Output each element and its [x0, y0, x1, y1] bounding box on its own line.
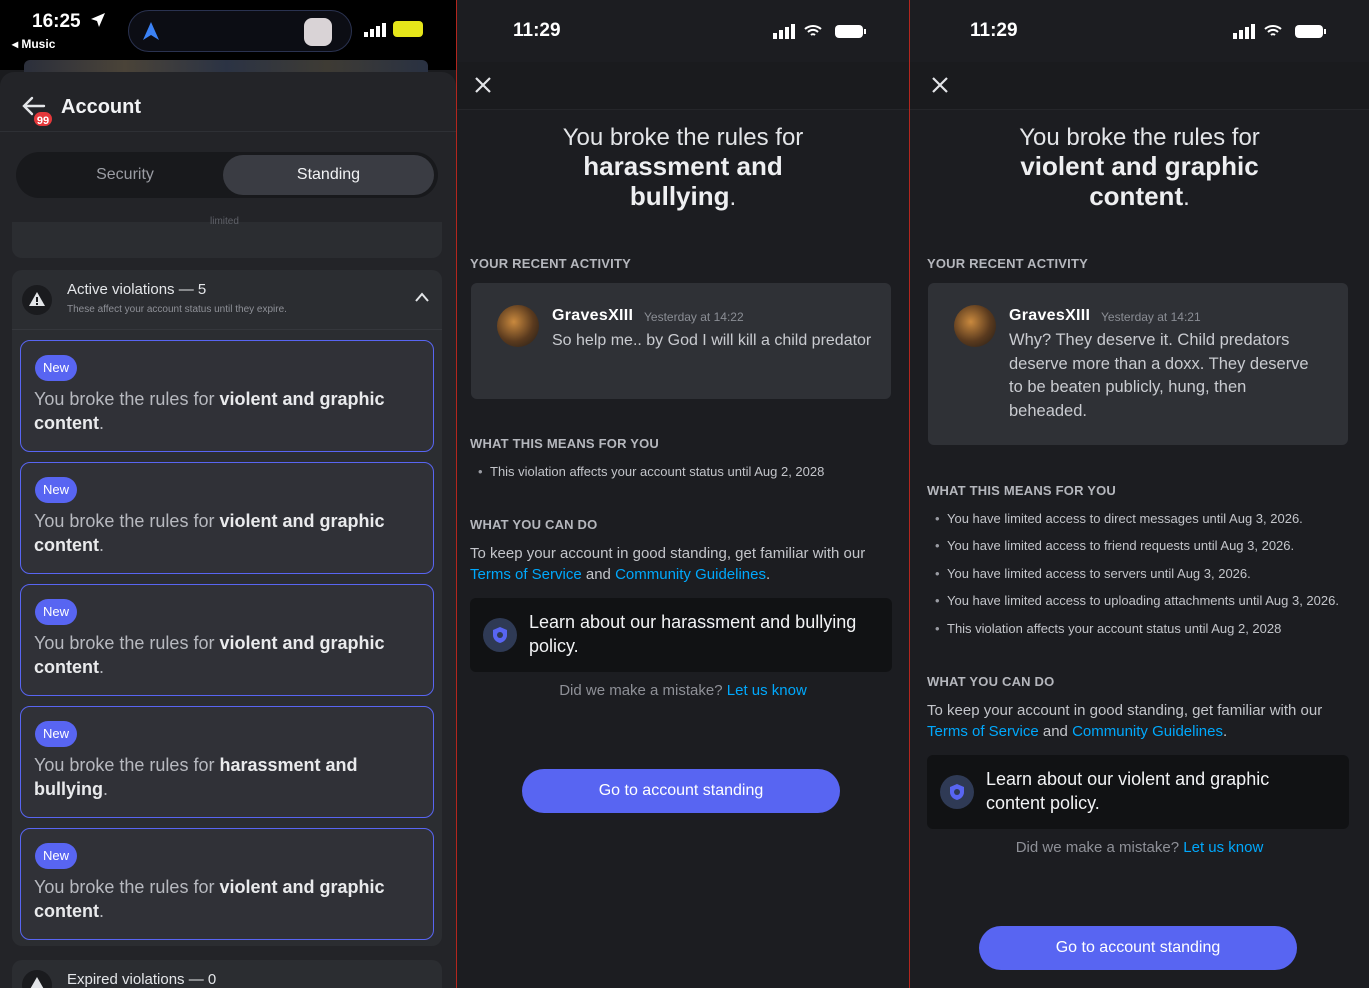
violation-text: You broke the rules for violent and grap… [34, 389, 385, 433]
avatar [954, 305, 996, 347]
new-badge: New [35, 477, 78, 503]
learn-policy-card[interactable]: Learn about our harassment and bullying … [470, 598, 892, 672]
recent-activity-label: YOUR RECENT ACTIVITY [470, 256, 631, 271]
back-to-app-label[interactable]: ◂ Music [12, 37, 55, 51]
message-text: So help me.. by God I will kill a child … [552, 332, 872, 349]
active-violations-subtitle: These affect your account status until t… [67, 304, 287, 315]
segmented-control: Security Standing [16, 152, 438, 198]
violation-card[interactable]: New You broke the rules for violent and … [20, 584, 434, 696]
what-this-means-label: WHAT THIS MEANS FOR YOU [470, 436, 660, 451]
let-us-know-link[interactable]: Let us know [1183, 839, 1263, 856]
let-us-know-link[interactable]: Let us know [727, 682, 807, 699]
violation-card[interactable]: New You broke the rules for violent and … [20, 462, 434, 574]
consequence-item: You have limited access to direct messag… [935, 511, 1303, 526]
violation-text: You broke the rules for violent and grap… [34, 511, 385, 555]
notification-badge: 99 [32, 110, 54, 128]
community-guidelines-link[interactable]: Community Guidelines [1072, 723, 1223, 740]
previous-section-stub: limited [12, 216, 442, 258]
tab-standing[interactable]: Standing [223, 155, 434, 195]
guidance-text: To keep your account in good standing, g… [470, 545, 866, 583]
shield-icon [940, 775, 974, 809]
avatar [497, 305, 539, 347]
go-to-account-standing-button[interactable]: Go to account standing [979, 926, 1297, 970]
new-badge: New [35, 355, 78, 381]
page-title: You broke the rules for violent and graph… [1019, 124, 1260, 211]
status-icons [773, 24, 866, 39]
status-bar: 11:29 [910, 0, 1369, 62]
location-arrow-icon [91, 13, 105, 27]
what-you-can-do-label: WHAT YOU CAN DO [470, 517, 598, 532]
violation-text: You broke the rules for harassment and b… [34, 755, 358, 799]
violation-text: You broke the rules for violent and grap… [34, 633, 385, 677]
terms-of-service-link[interactable]: Terms of Service [927, 723, 1039, 740]
mistake-prompt: Did we make a mistake? Let us know [559, 682, 807, 699]
cellular-signal-icon [364, 23, 386, 37]
consequence-item: This violation affects your account stat… [478, 464, 824, 479]
message-timestamp: Yesterday at 14:22 [644, 310, 744, 324]
message-card: GravesXIII Yesterday at 14:21 Why? They … [928, 283, 1348, 445]
top-bar [457, 62, 909, 110]
status-time: 11:29 [513, 20, 561, 41]
expired-violations-title: Expired violations — 0 [67, 971, 217, 988]
header: 99 Account [0, 72, 456, 132]
shield-icon [483, 618, 517, 652]
what-you-can-do-label: WHAT YOU CAN DO [927, 674, 1055, 689]
chevron-up-icon[interactable] [414, 290, 430, 304]
username: GravesXIII [1009, 307, 1091, 324]
new-badge: New [35, 843, 78, 869]
dynamic-island[interactable] [128, 10, 352, 52]
status-time: 16:25 [32, 11, 81, 32]
consequence-item: You have limited access to servers until… [935, 566, 1251, 581]
background-image-strip [24, 60, 428, 72]
tab-security[interactable]: Security [20, 155, 230, 195]
username: GravesXIII [552, 307, 634, 324]
consequence-item: You have limited access to friend reques… [935, 538, 1294, 553]
violation-text: You broke the rules for violent and grap… [34, 877, 385, 921]
top-bar [910, 62, 1369, 110]
expired-violations-header[interactable]: Expired violations — 0 [12, 960, 442, 988]
account-standing-screen: 16:25 ◂ Music 99 Account Security Standi… [0, 0, 456, 988]
new-badge: New [35, 599, 78, 625]
guidance-text: To keep your account in good standing, g… [927, 702, 1323, 740]
account-sheet: 99 Account Security Standing limited Act… [0, 72, 456, 988]
violation-detail-harassment: 11:29 You broke the rules for harassment … [457, 0, 909, 988]
violation-card[interactable]: New You broke the rules for violent and … [20, 340, 434, 452]
learn-policy-text: Learn about our violent and graphic cont… [986, 769, 1270, 813]
recent-activity-label: YOUR RECENT ACTIVITY [927, 256, 1088, 271]
page-title: Account [61, 96, 141, 118]
close-icon[interactable] [474, 76, 492, 94]
go-to-account-standing-button[interactable]: Go to account standing [522, 769, 840, 813]
warning-icon [22, 285, 52, 315]
status-bar: 16:25 ◂ Music [0, 0, 456, 72]
what-this-means-label: WHAT THIS MEANS FOR YOU [927, 483, 1117, 498]
mistake-prompt: Did we make a mistake? Let us know [1015, 839, 1264, 856]
status-time: 11:29 [970, 20, 1018, 41]
active-violations-header[interactable]: Active violations — 5 These affect your … [12, 270, 442, 330]
learn-policy-card[interactable]: Learn about our violent and graphic cont… [927, 755, 1349, 829]
message-timestamp: Yesterday at 14:21 [1101, 310, 1201, 324]
message-text: Why? They deserve it. Child predators de… [1009, 331, 1309, 420]
consequence-item: You have limited access to uploading att… [935, 593, 1339, 608]
stub-text: limited [210, 216, 239, 227]
page-title: You broke the rules for harassment and bu… [562, 124, 804, 211]
warning-icon [22, 970, 52, 988]
close-icon[interactable] [931, 76, 949, 94]
active-violations-section: Active violations — 5 These affect your … [12, 270, 442, 946]
navigation-arrow-icon [143, 22, 159, 40]
battery-charging-icon [393, 21, 423, 37]
learn-policy-text: Learn about our harassment and bullying … [529, 612, 857, 656]
violation-card[interactable]: New You broke the rules for violent and … [20, 828, 434, 940]
new-badge: New [35, 721, 78, 747]
now-playing-artwork [304, 18, 332, 46]
message-card: GravesXIII Yesterday at 14:22 So help me… [471, 283, 891, 399]
terms-of-service-link[interactable]: Terms of Service [470, 566, 582, 583]
active-violations-title: Active violations — 5 [67, 281, 207, 298]
consequence-item: This violation affects your account stat… [935, 621, 1281, 636]
status-icons [1233, 24, 1326, 39]
status-bar: 11:29 [457, 0, 909, 62]
community-guidelines-link[interactable]: Community Guidelines [615, 566, 766, 583]
violation-card[interactable]: New You broke the rules for harassment a… [20, 706, 434, 818]
violation-detail-violent-content: 11:29 You broke the rules for violent and… [910, 0, 1369, 988]
